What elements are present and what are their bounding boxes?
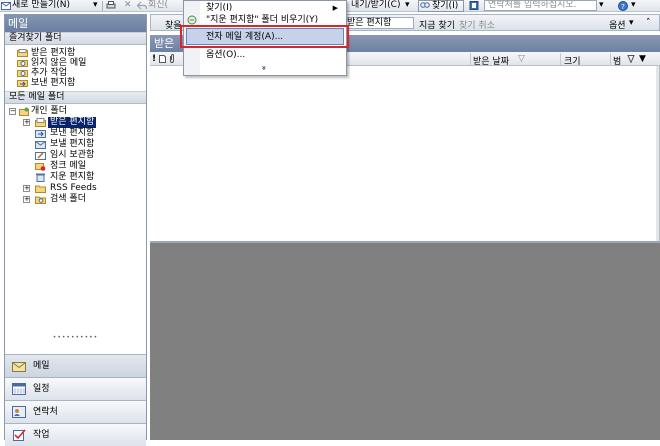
drafts-icon <box>35 152 46 160</box>
tree-item-search-folders[interactable]: + 검색 폴더 <box>9 194 146 205</box>
attachment-column-icon[interactable] <box>169 54 175 63</box>
tree-item-outbox[interactable]: 보낼 편지함 <box>9 139 146 150</box>
column-separator <box>470 53 471 65</box>
sent-items-icon <box>35 130 46 138</box>
folder-icon <box>35 185 46 193</box>
nav-button-tasks[interactable]: 작업 <box>5 423 146 446</box>
tree-item-label: 받은 편지함 <box>48 117 97 128</box>
question-icon[interactable]: ? <box>618 1 628 11</box>
favorite-item-inbox[interactable]: 받은 편지함 <box>17 48 146 58</box>
find-icon <box>420 2 430 8</box>
search-options-button[interactable]: 옵션 <box>609 18 626 31</box>
submenu-arrow-icon: ▶ <box>332 4 338 12</box>
inbox-icon <box>35 118 46 127</box>
nav-button-contacts[interactable]: 연락처 <box>5 400 146 423</box>
tree-item-rss[interactable]: + RSS Feeds <box>9 183 146 194</box>
column-header-flag-icon[interactable]: ▼ <box>639 54 646 64</box>
favorites-list: 받은 편지함 읽지 않은 메일 추가 작업 보낸 편지함 <box>5 45 146 91</box>
sort-indicator-icon: ▽ <box>518 54 525 64</box>
expand-icon[interactable]: + <box>23 196 30 203</box>
search-folder-icon <box>35 196 46 204</box>
find-now-button[interactable]: 지금 찾기 <box>419 18 455 31</box>
collapse-search-icon[interactable]: ˄ <box>646 18 651 28</box>
flag-column-icon[interactable] <box>627 55 635 63</box>
favorites-header: 즐겨찾기 폴더 <box>5 32 146 45</box>
tasks-icon <box>13 429 26 441</box>
importance-column-icon[interactable]: ! <box>152 54 156 64</box>
tree-item-inbox[interactable]: + 받은 편지함 <box>9 117 146 128</box>
mail-icon <box>12 362 26 372</box>
empty-deleted-icon <box>187 15 197 25</box>
address-book-icon[interactable] <box>469 1 479 10</box>
navigation-pane: 메일 즐겨찾기 폴더 받은 편지함 읽지 않은 메일 추가 작업 보낸 편지함 … <box>4 14 147 446</box>
calendar-icon <box>12 383 26 395</box>
new-dropdown-arrow-icon[interactable]: ▾ <box>93 0 98 12</box>
tree-item-drafts[interactable]: 임시 보관함 <box>9 150 146 161</box>
svg-text:?: ? <box>621 3 625 11</box>
favorite-item-followup[interactable]: 추가 작업 <box>17 68 146 78</box>
contacts-icon <box>12 406 26 418</box>
main-content: 찾을 받은 편지함 지금 찾기 찾기 취소 옵션 ▾ ˄ 받은 ! 받은 날짜 … <box>150 14 660 440</box>
all-folders-header: 모든 메일 폴더 <box>5 91 146 104</box>
delete-icon[interactable]: ✕ <box>124 0 132 12</box>
reply-icon[interactable] <box>137 1 147 10</box>
favorite-item-sent[interactable]: 보낸 편지함 <box>17 78 146 88</box>
options-dropdown-icon[interactable]: ▾ <box>629 18 634 28</box>
contact-search-input[interactable]: 연락처를 입력하십시오. <box>484 0 597 11</box>
print-icon[interactable] <box>106 1 116 10</box>
send-receive-button[interactable]: 내기/받기(C) <box>351 0 400 12</box>
icon-column-icon[interactable] <box>159 55 166 63</box>
message-list[interactable] <box>150 66 660 254</box>
nav-button-mail[interactable]: 메일 <box>5 354 146 377</box>
junk-mail-icon <box>35 163 46 171</box>
clear-search-button[interactable]: 찾기 취소 <box>459 18 495 31</box>
collapse-icon[interactable]: − <box>9 108 16 115</box>
new-button[interactable]: 새로 만들기(N) <box>12 0 70 12</box>
highlight-annotation-box <box>180 25 349 48</box>
menu-item-options[interactable]: 옵션(O)... <box>206 49 245 61</box>
toolbar-separator <box>102 1 103 11</box>
nav-pane-title: 메일 <box>5 15 146 32</box>
deleted-items-icon <box>36 173 45 182</box>
outbox-icon <box>35 141 46 149</box>
sent-items-icon <box>17 80 28 87</box>
search-folder-icon <box>17 70 28 77</box>
search-scope-field[interactable]: 받은 편지함 <box>344 17 414 29</box>
new-mail-icon <box>1 2 11 10</box>
send-receive-dropdown-icon[interactable]: ▾ <box>405 0 410 12</box>
folder-tree: − 개인 폴더 + 받은 편지함 보낸 편지함 보낼 편지함 임시 보관함 정크… <box>5 104 146 205</box>
nav-button-bar: 메일 일정 연락처 작업 <box>5 354 146 446</box>
search-folder-icon <box>17 60 28 67</box>
nav-splitter[interactable]: •••••••••• <box>5 335 146 341</box>
tree-item-deleted[interactable]: 지운 편지함 <box>9 172 146 183</box>
contact-search-dropdown-icon[interactable]: ▾ <box>599 0 604 12</box>
menu-expand-icon[interactable]: » <box>259 64 268 72</box>
inbox-icon <box>17 49 28 57</box>
expand-icon[interactable]: + <box>23 185 30 192</box>
tree-item-sent[interactable]: 보낸 편지함 <box>9 128 146 139</box>
expand-icon[interactable]: + <box>23 119 30 126</box>
nav-button-calendar[interactable]: 일정 <box>5 377 146 400</box>
favorite-item-unread[interactable]: 읽지 않은 메일 <box>17 58 146 68</box>
help-dropdown-icon[interactable]: ▾ <box>631 0 636 12</box>
personal-folders-icon <box>19 107 29 116</box>
reading-pane <box>150 241 660 440</box>
tree-item-junk[interactable]: 정크 메일 <box>9 161 146 172</box>
column-separator <box>560 53 561 65</box>
column-separator <box>610 53 611 65</box>
message-list-scrollbar[interactable] <box>656 66 659 254</box>
menu-item-find[interactable]: 찾기(I) ▶ <box>206 2 342 14</box>
tree-item-personal-folders[interactable]: − 개인 폴더 <box>9 106 146 117</box>
reply-button[interactable]: 회신( <box>148 0 168 12</box>
